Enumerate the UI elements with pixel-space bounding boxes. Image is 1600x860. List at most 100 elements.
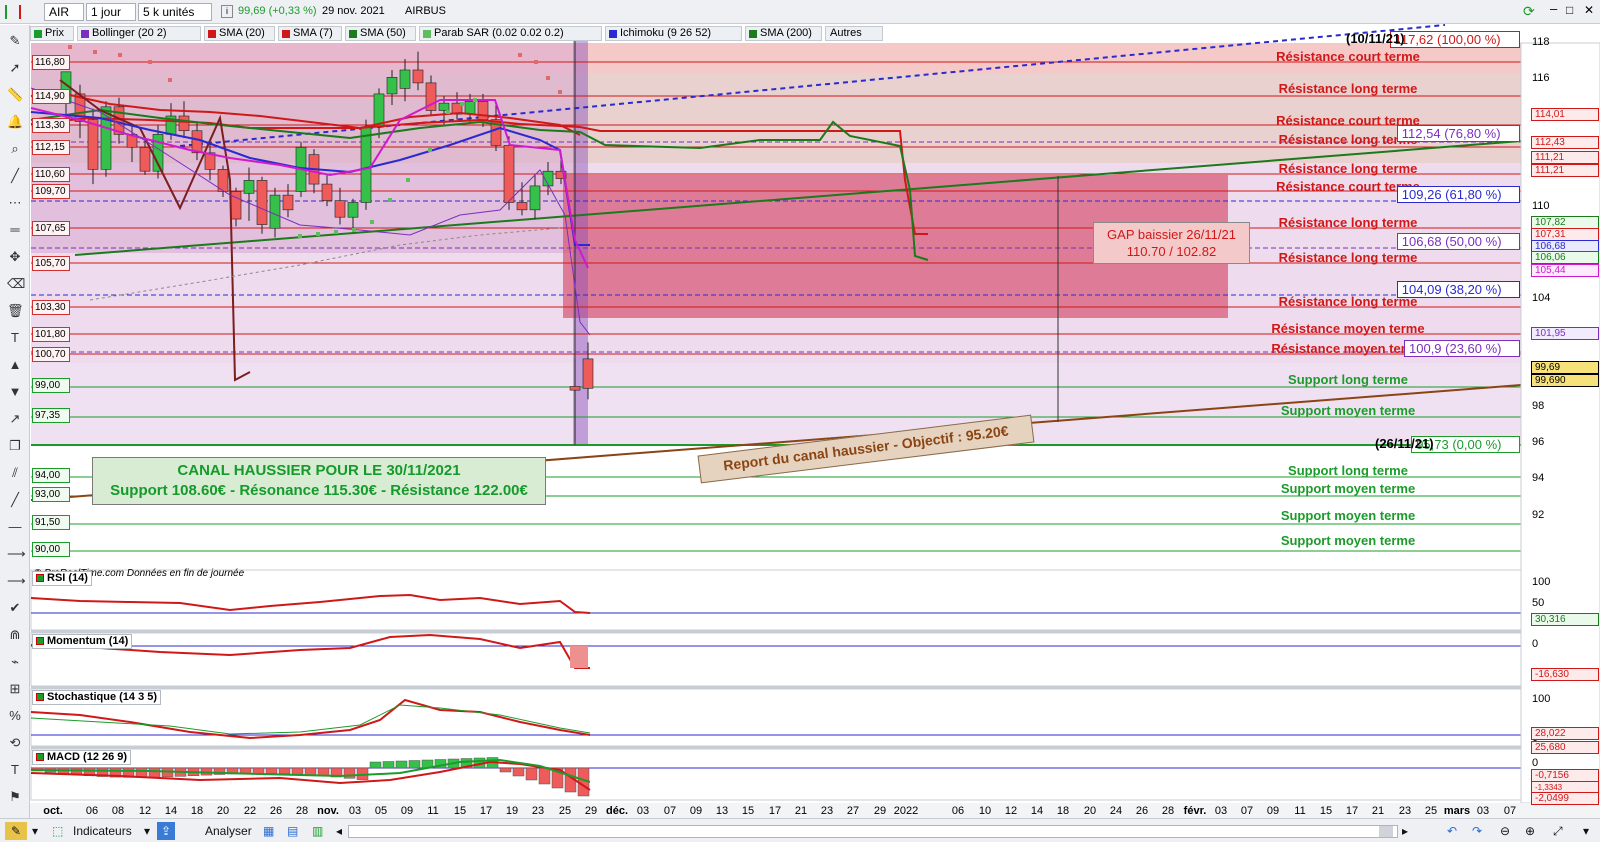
node-icon[interactable]: ⌁ <box>7 654 23 670</box>
macd-histogram-bar <box>369 761 382 769</box>
ruler-h-icon[interactable]: ⊞ <box>7 681 23 697</box>
interval-select[interactable]: 1 jour <box>86 3 136 21</box>
macd-histogram-bar <box>343 767 356 779</box>
sar-dot <box>118 53 122 57</box>
red-line-icon[interactable]: ⟶ <box>7 573 26 589</box>
candle-up <box>386 77 398 95</box>
move-icon[interactable]: ✥ <box>7 249 23 265</box>
close-icon[interactable]: ✕ <box>1584 3 1594 17</box>
zoom-out-icon[interactable]: ⊖ <box>1500 822 1510 840</box>
print-icon[interactable]: ▤ <box>287 822 298 840</box>
undo-icon[interactable]: ↶ <box>1447 822 1457 840</box>
maximize-icon[interactable]: □ <box>1566 3 1573 17</box>
pencil-icon[interactable]: ✎ <box>7 33 23 49</box>
green-line-icon[interactable]: ⟶ <box>7 546 26 562</box>
percent-icon[interactable]: % <box>7 708 23 724</box>
candle-up <box>438 102 450 111</box>
share-icon[interactable]: ⇪ <box>157 822 175 840</box>
alert-bell-icon[interactable]: 🔔 <box>7 114 23 130</box>
scrollbar-thumb[interactable] <box>1379 826 1393 837</box>
refresh-icon[interactable]: ⟳ <box>1523 3 1535 20</box>
chart-type-icon[interactable] <box>5 5 21 19</box>
trend-arrow-icon[interactable]: ↗ <box>7 411 23 427</box>
candle-down <box>334 200 346 218</box>
candle-down <box>516 202 528 211</box>
arrow-down-icon[interactable]: ▼ <box>7 384 23 400</box>
eraser-icon[interactable]: ⌫ <box>7 276 25 292</box>
cursor-icon[interactable]: ➚ <box>7 60 23 76</box>
text-icon[interactable]: T <box>7 330 23 346</box>
indicator-swatch <box>282 30 290 38</box>
macd-histogram-bar <box>304 767 317 776</box>
fibonacci-icon[interactable]: ⋯ <box>7 195 23 211</box>
horizontal-line-icon[interactable]: ═ <box>7 222 23 238</box>
chevron-down-icon[interactable]: ▾ <box>144 822 150 840</box>
macd-histogram-bar <box>538 767 551 785</box>
indicator-chip[interactable]: SMA (50) <box>345 26 416 41</box>
sar-dot <box>388 198 392 202</box>
indicator-chip[interactable]: SMA (200) <box>745 26 822 41</box>
arrow-up-icon[interactable]: ▲ <box>7 357 23 373</box>
logo-icon: ✎ <box>5 822 27 840</box>
minimize-icon[interactable]: – <box>1550 1 1557 16</box>
macd-histogram-bar <box>148 767 161 778</box>
sar-dot <box>93 50 97 54</box>
scroll-left-icon[interactable]: ◂ <box>336 822 342 840</box>
indicator-label: Ichimoku (9 26 52) <box>620 27 712 39</box>
candle-down <box>582 358 594 389</box>
symbol-select[interactable]: AIR <box>44 3 84 21</box>
trash-icon[interactable]: 🗑 <box>7 303 24 319</box>
sar-dot <box>446 110 450 114</box>
sar-dot <box>68 45 72 49</box>
ruler-icon[interactable]: 📏 <box>7 87 23 103</box>
zoom-in-icon[interactable]: ⊕ <box>1525 822 1535 840</box>
text-box-icon[interactable]: T <box>7 762 23 778</box>
instrument-name: AIRBUS <box>405 5 446 17</box>
candle-down <box>87 119 99 170</box>
indicator-chip[interactable]: Parab SAR (0.02 0.02 0.2) <box>419 26 602 41</box>
compare-icon[interactable]: ▥ <box>312 822 323 840</box>
indicators-button[interactable]: Indicateurs <box>73 822 132 840</box>
magnet-icon[interactable]: ⋒ <box>7 627 23 643</box>
info-icon[interactable]: i <box>221 5 233 18</box>
macd-histogram-bar <box>525 767 538 781</box>
sar-dot <box>518 53 522 57</box>
indicator-chip[interactable]: SMA (20) <box>204 26 275 41</box>
horizontal-scrollbar[interactable] <box>348 825 1398 838</box>
indicator-swatch <box>208 30 216 38</box>
sar-dot <box>428 148 432 152</box>
candle-up <box>347 202 359 218</box>
cycle-icon[interactable]: ⟲ <box>7 735 23 751</box>
indicator-chip[interactable]: SMA (7) <box>278 26 342 41</box>
sar-dot <box>534 60 538 64</box>
indicator-chip[interactable]: Bollinger (20 2) <box>77 26 201 41</box>
redo-icon[interactable]: ↷ <box>1472 822 1482 840</box>
indicator-label: Parab SAR (0.02 0.02 0.2) <box>434 27 564 39</box>
analyze-button[interactable]: Analyser <box>205 822 252 840</box>
indicator-chip[interactable]: Prix <box>30 26 74 41</box>
line-red-icon[interactable]: ╱ <box>7 492 23 508</box>
channel-icon[interactable]: ⫽ <box>7 465 23 481</box>
scroll-right-icon[interactable]: ▸ <box>1402 822 1408 840</box>
candle-up <box>399 69 411 89</box>
zoom-icon[interactable]: ⌕ <box>7 141 23 157</box>
fit-icon[interactable]: ⤢ <box>1553 822 1563 840</box>
layout-icon[interactable]: ▦ <box>263 822 274 840</box>
indicators-icon[interactable]: ⬚ <box>52 822 63 840</box>
gap-zone <box>563 175 1228 318</box>
units-select[interactable]: 5 k unités <box>138 3 212 21</box>
chevron-down-icon[interactable]: ▾ <box>32 822 38 840</box>
indicator-chip[interactable]: Ichimoku (9 26 52) <box>605 26 742 41</box>
line-icon[interactable]: ╱ <box>7 168 23 184</box>
check-icon[interactable]: ✔ <box>7 600 23 616</box>
flag-icon[interactable]: ⚑ <box>7 789 23 805</box>
candle-down <box>178 115 190 132</box>
indicator-legend-bar: Prix Bollinger (20 2) SMA (20) SMA (7) SMA (… <box>30 25 1555 42</box>
copy-icon[interactable]: ❐ <box>7 438 23 454</box>
candle-down <box>569 386 581 391</box>
sar-dot <box>473 98 477 102</box>
indicator-chip[interactable]: Autres <box>825 26 883 41</box>
dash-icon[interactable]: — <box>7 519 23 535</box>
candle-up <box>269 194 281 229</box>
chevron-down-icon[interactable]: ▾ <box>1583 822 1589 840</box>
